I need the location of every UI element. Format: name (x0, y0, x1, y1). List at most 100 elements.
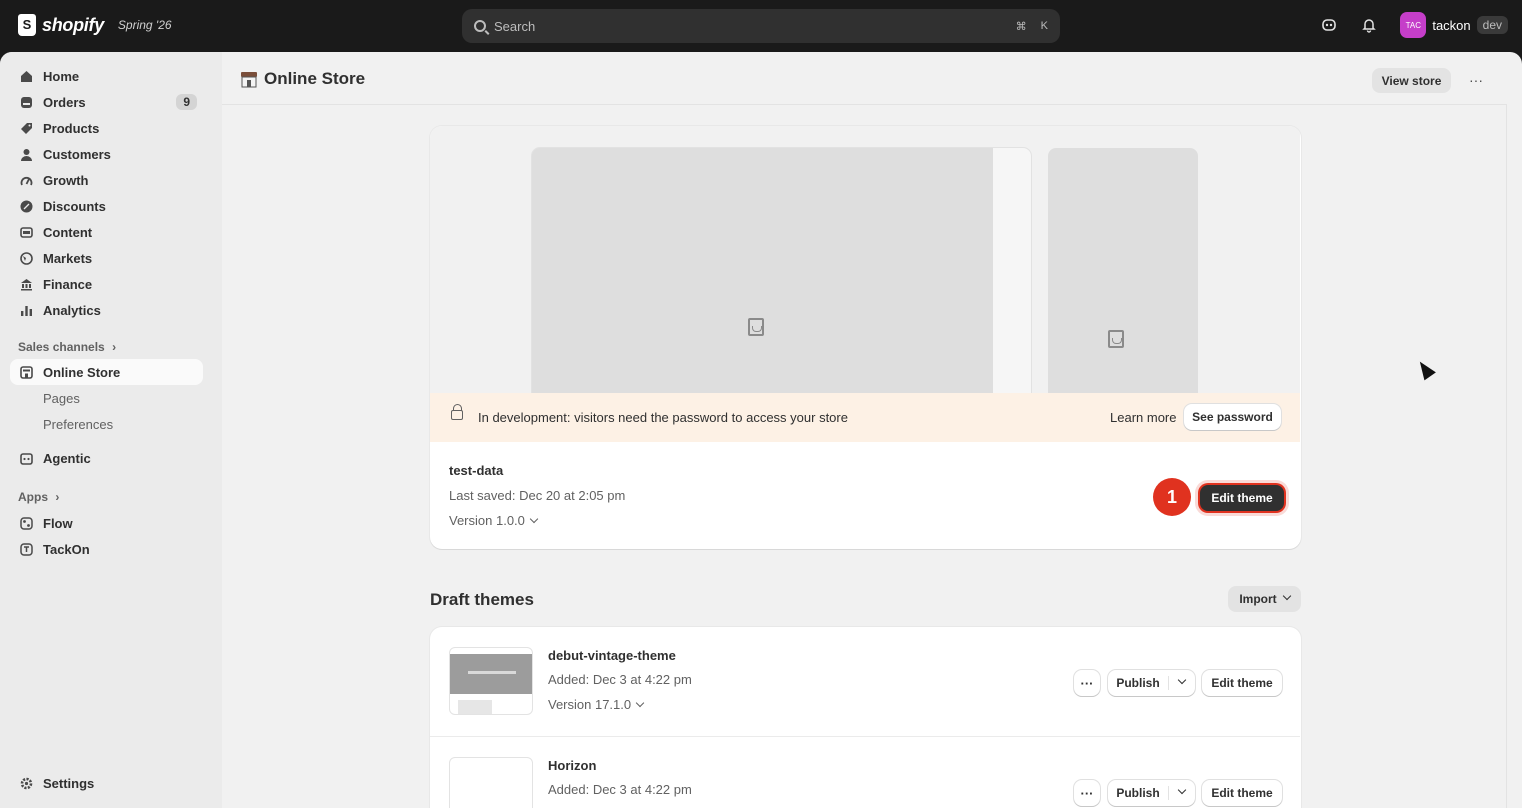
tag-icon (18, 120, 34, 136)
sidebar-item-home[interactable]: Home (10, 63, 203, 89)
gear-icon (18, 775, 34, 791)
scrollbar-track[interactable] (1506, 104, 1507, 808)
sidebar-item-markets[interactable]: Markets (10, 245, 203, 271)
publish-button[interactable]: Publish (1108, 786, 1169, 800)
sidebar-item-online-store[interactable]: Online Store (10, 359, 203, 385)
current-theme-card: In development: visitors need the passwo… (430, 126, 1301, 549)
theme-version-dropdown[interactable]: Version 1.0.0 (449, 513, 539, 528)
shortcut-cmd: ⌘ (1015, 20, 1027, 33)
chevron-right-icon: › (55, 490, 60, 504)
sidebar-item-discounts[interactable]: Discounts (10, 193, 203, 219)
sidebar-item-label: Analytics (43, 302, 101, 318)
password-banner: In development: visitors need the passwo… (430, 393, 1300, 442)
apps-header[interactable]: Apps › (18, 490, 59, 504)
sidebar-item-label: Customers (43, 146, 111, 162)
home-icon (18, 68, 34, 84)
chevron-down-icon (529, 514, 539, 524)
sidebar-item-growth[interactable]: Growth (10, 167, 203, 193)
sidebar-item-label: Online Store (43, 364, 121, 380)
account-name: tackon (1432, 17, 1471, 33)
lock-icon (451, 404, 463, 420)
sidebar-item-label: Markets (43, 250, 93, 266)
env-badge: dev (1476, 16, 1508, 34)
sidekick-icon[interactable] (1320, 16, 1338, 34)
sidebar-item-label: Finance (43, 276, 93, 292)
draft-theme-version-dropdown[interactable]: Version 17.1.0 (548, 697, 645, 712)
bank-icon (18, 276, 34, 292)
draft-edit-theme-button[interactable]: Edit theme (1202, 670, 1282, 696)
chevron-down-icon (635, 698, 645, 708)
chevron-down-icon (1177, 785, 1187, 795)
chart-icon (18, 302, 34, 318)
theme-name: test-data (449, 463, 504, 478)
draft-theme-row: Horizon Added: Dec 3 at 4:22 pm ··· Publ… (430, 737, 1300, 808)
orders-count-badge: 9 (176, 94, 197, 110)
draft-more-button[interactable]: ··· (1074, 780, 1100, 806)
sidebar-item-label: Orders (43, 94, 86, 110)
publish-options-button[interactable] (1169, 675, 1195, 686)
sidebar-item-label: Products (43, 120, 100, 136)
discount-icon (18, 198, 34, 214)
step-marker: 1 (1153, 478, 1191, 516)
sidebar-item-analytics[interactable]: Analytics (10, 297, 203, 323)
logo-text: shopify (42, 14, 104, 35)
desktop-preview (532, 148, 1031, 393)
account-menu[interactable]: TAC tackon dev (1400, 12, 1508, 38)
search-bar[interactable]: Search ⌘ K (462, 9, 1060, 43)
draft-themes-list: debut-vintage-theme Added: Dec 3 at 4:22… (430, 627, 1301, 808)
theme-thumbnail[interactable] (449, 647, 533, 715)
sidebar-item-orders[interactable]: Orders 9 (10, 89, 203, 115)
view-store-button[interactable]: View store (1372, 68, 1451, 93)
sales-channels-header[interactable]: Sales channels › (18, 340, 116, 354)
see-password-button[interactable]: See password (1184, 404, 1281, 430)
sidebar-item-content[interactable]: Content (10, 219, 203, 245)
draft-theme-name: debut-vintage-theme (548, 648, 676, 663)
sidebar-item-tackon[interactable]: TackOn (10, 536, 203, 562)
mouse-cursor (1414, 357, 1436, 381)
publish-button[interactable]: Publish (1108, 676, 1169, 690)
import-label: Import (1239, 592, 1277, 606)
sidebar-item-finance[interactable]: Finance (10, 271, 203, 297)
content-icon (18, 224, 34, 240)
agentic-icon (18, 450, 34, 466)
chevron-down-icon (1282, 591, 1291, 601)
apps-label: Apps (18, 490, 48, 504)
sidebar-item-label: TackOn (43, 541, 90, 557)
more-actions-button[interactable]: ··· (1466, 70, 1486, 90)
sidebar-item-preferences[interactable]: Preferences (43, 417, 113, 432)
search-icon (474, 20, 486, 32)
learn-more-link[interactable]: Learn more (1110, 410, 1176, 425)
avatar: TAC (1400, 12, 1427, 38)
publish-options-button[interactable] (1169, 785, 1195, 796)
store-icon (18, 364, 34, 380)
sidebar-item-label: Discounts (43, 198, 106, 214)
sidebar-item-label: Agentic (43, 450, 91, 466)
draft-theme-added: Added: Dec 3 at 4:22 pm (548, 672, 692, 687)
draft-theme-added: Added: Dec 3 at 4:22 pm (548, 782, 692, 797)
sidebar-item-label: Home (43, 68, 80, 84)
top-bar: shopify Spring '26 Search ⌘ K TAC tackon… (0, 0, 1522, 52)
chevron-right-icon: › (112, 340, 117, 354)
theme-last-saved: Last saved: Dec 20 at 2:05 pm (449, 488, 626, 503)
edit-theme-button[interactable]: Edit theme (1200, 485, 1284, 511)
shopify-logo[interactable]: shopify Spring '26 (18, 14, 172, 36)
sidebar-item-pages[interactable]: Pages (43, 391, 80, 406)
bell-icon[interactable] (1360, 16, 1378, 34)
sidebar-item-settings[interactable]: Settings (10, 770, 203, 796)
sidebar-item-products[interactable]: Products (10, 115, 203, 141)
thumbnail-hero (450, 654, 532, 694)
chevron-down-icon (1177, 675, 1187, 685)
sidebar-item-customers[interactable]: Customers (10, 141, 203, 167)
draft-theme-version: Version 17.1.0 (548, 697, 632, 712)
sidebar-item-agentic[interactable]: Agentic (10, 445, 203, 471)
theme-thumbnail[interactable] (449, 757, 533, 808)
header-divider (222, 104, 1506, 105)
draft-edit-theme-button[interactable]: Edit theme (1202, 780, 1282, 806)
banner-text: In development: visitors need the passwo… (478, 410, 848, 425)
theme-preview[interactable] (430, 126, 1300, 393)
publish-split-button: Publish (1108, 670, 1195, 696)
sidebar-item-flow[interactable]: Flow (10, 510, 203, 536)
release-season: Spring '26 (117, 18, 172, 32)
draft-more-button[interactable]: ··· (1074, 670, 1100, 696)
import-button[interactable]: Import (1228, 586, 1301, 612)
